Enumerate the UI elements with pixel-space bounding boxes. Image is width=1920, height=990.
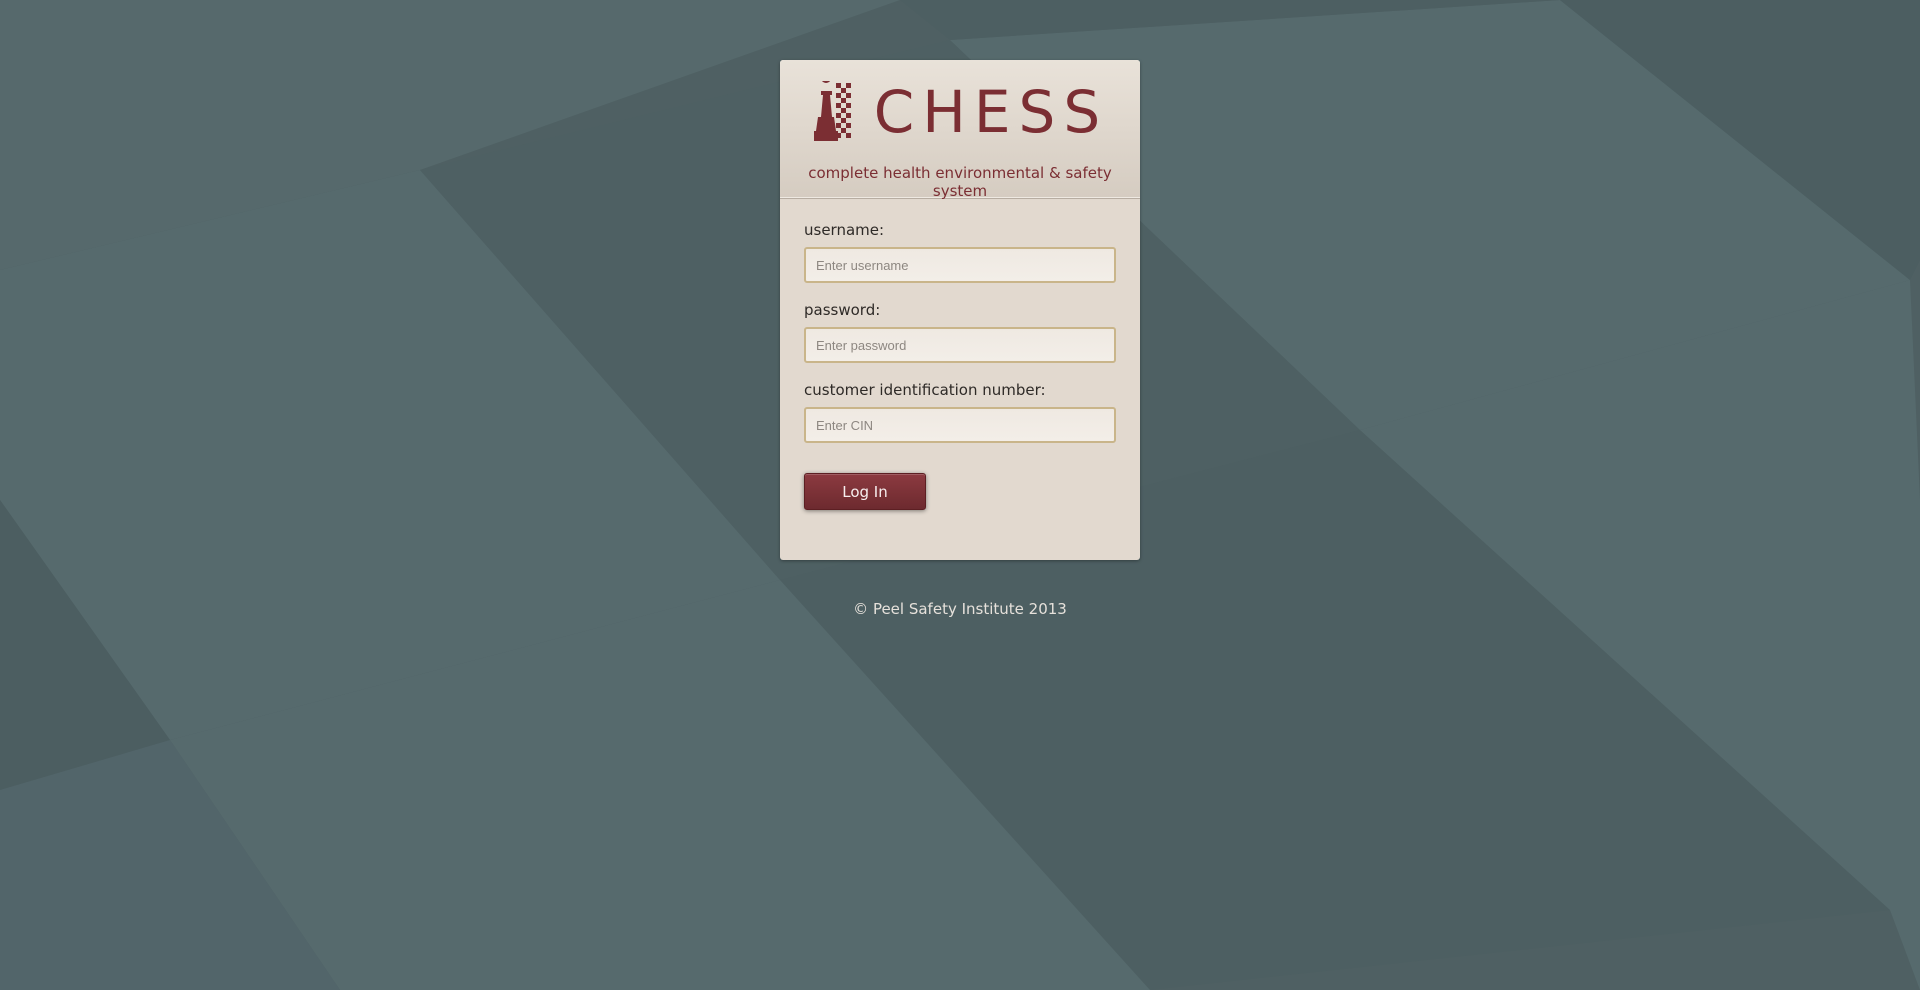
card-header: CHESS complete health environmental & sa… — [780, 60, 1140, 200]
login-card: CHESS complete health environmental & sa… — [780, 60, 1140, 560]
app-subtitle: complete health environmental & safety s… — [808, 164, 1112, 200]
password-label: password: — [804, 301, 881, 319]
copyright-footer: © Peel Safety Institute 2013 — [853, 600, 1067, 618]
password-input[interactable] — [804, 327, 1116, 363]
login-button[interactable]: Log In — [804, 473, 926, 510]
cin-input[interactable] — [804, 407, 1116, 443]
username-input[interactable] — [804, 247, 1116, 283]
login-page: CHESS complete health environmental & sa… — [0, 0, 1920, 990]
username-label: username: — [804, 221, 885, 239]
app-title: CHESS — [873, 78, 1109, 146]
cin-label: customer identification number: — [804, 381, 1046, 399]
logo: CHESS — [780, 60, 1140, 162]
login-form: username: password: customer identificat… — [780, 199, 1140, 510]
chess-pawn-checker-icon — [812, 81, 852, 143]
